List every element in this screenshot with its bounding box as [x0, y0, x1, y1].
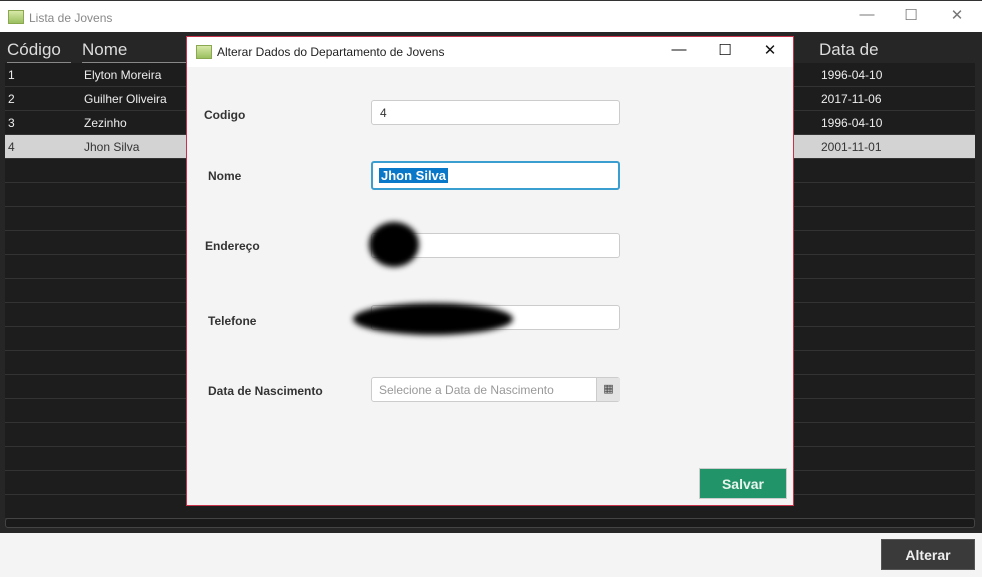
dialog-title: Alterar Dados do Departamento de Jovens — [217, 45, 445, 59]
nome-input[interactable]: Jhon Silva — [371, 161, 620, 190]
main-title-bar: Lista de Jovens — ☐ ✕ — [0, 0, 982, 32]
cell-data: 2001-11-01 — [821, 140, 882, 154]
cell-codigo: 3 — [8, 116, 15, 130]
cell-codigo: 1 — [8, 68, 15, 82]
horizontal-scrollbar[interactable] — [5, 518, 975, 528]
cell-codigo: 2 — [8, 92, 15, 106]
data-nascimento-label: Data de Nascimento — [208, 384, 323, 398]
column-header-nome[interactable]: Nome — [82, 40, 192, 63]
dialog-close-button[interactable]: ✕ — [760, 41, 780, 59]
window-title: Lista de Jovens — [29, 11, 113, 25]
calendar-icon[interactable]: ▦ — [596, 378, 620, 401]
cell-nome: Zezinho — [84, 116, 127, 130]
endereco-label: Endereço — [205, 239, 260, 253]
nome-label: Nome — [208, 169, 242, 183]
telefone-label: Telefone — [208, 314, 257, 328]
codigo-label: Codigo — [204, 108, 246, 122]
codigo-input[interactable]: 4 — [371, 100, 620, 125]
dialog-minimize-button[interactable]: — — [669, 41, 689, 58]
app-icon — [196, 45, 212, 59]
nome-value-selected: Jhon Silva — [379, 168, 449, 183]
redaction-blob — [353, 303, 513, 335]
salvar-button[interactable]: Salvar — [699, 468, 787, 499]
minimize-button[interactable]: — — [857, 6, 877, 23]
cell-data: 1996-04-10 — [821, 68, 883, 82]
cell-data: 1996-04-10 — [821, 116, 883, 130]
maximize-button[interactable]: ☐ — [901, 6, 921, 24]
cell-nome: Elyton Moreira — [84, 68, 162, 82]
close-button[interactable]: ✕ — [947, 6, 967, 24]
dialog-title-bar: Alterar Dados do Departamento de Jovens … — [187, 37, 793, 67]
column-header-codigo[interactable]: Código — [7, 40, 71, 63]
cell-nome: Jhon Silva — [84, 140, 140, 154]
redaction-blob — [369, 222, 419, 267]
app-icon — [8, 10, 24, 24]
cell-codigo: 4 — [8, 140, 15, 154]
edit-dialog: Alterar Dados do Departamento de Jovens … — [186, 36, 794, 506]
cell-nome: Guilher Oliveira — [84, 92, 167, 106]
dialog-maximize-button[interactable]: ☐ — [715, 41, 735, 59]
data-nascimento-picker[interactable]: Selecione a Data de Nascimento — [371, 377, 620, 402]
alterar-button[interactable]: Alterar — [881, 539, 975, 570]
cell-data: 2017-11-06 — [821, 92, 882, 106]
